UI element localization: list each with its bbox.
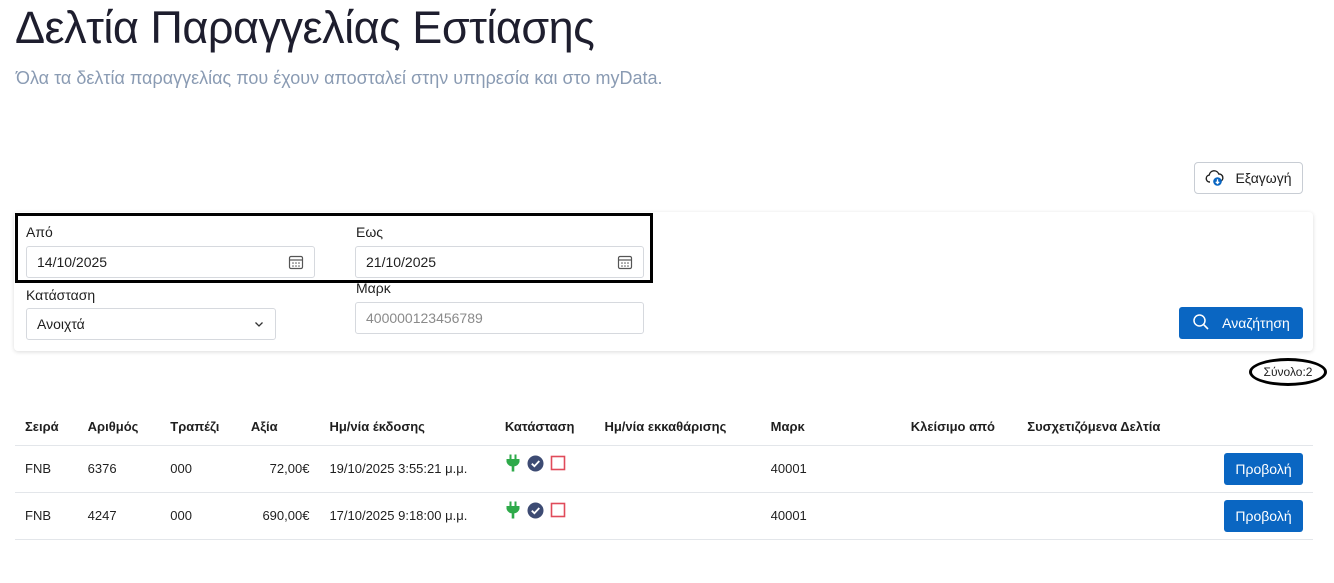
plug-icon: [505, 501, 521, 522]
column-header-mark[interactable]: Μαρκ: [761, 408, 901, 445]
column-header-value[interactable]: Αξία: [241, 408, 320, 445]
empty-checkbox-icon[interactable]: [550, 502, 566, 521]
cell-status: [494, 444, 595, 492]
cell-series: FNB: [15, 491, 78, 540]
cell-table: 000: [160, 491, 241, 540]
cell-actions: Προβολή: [1170, 444, 1313, 492]
cell-actions: Προβολή: [1170, 491, 1313, 540]
page-title: Δελτία Παραγγελίας Εστίασης: [15, 2, 595, 53]
orders-table: Σειρά Αριθμός Τραπέζι Αξία Ημ/νία έκδοση…: [15, 408, 1313, 540]
mark-label: Μαρκ: [356, 280, 391, 296]
calendar-icon[interactable]: [288, 254, 304, 270]
cell-related: [1017, 491, 1171, 540]
plug-icon: [505, 454, 521, 475]
from-date-value: 14/10/2025: [37, 254, 108, 270]
view-button[interactable]: Προβολή: [1224, 452, 1303, 485]
column-header-series[interactable]: Σειρά: [15, 408, 78, 445]
cell-table: 000: [160, 444, 241, 492]
total-count: Σύνολο:2: [1249, 358, 1327, 386]
cell-settlement-date: [594, 444, 761, 492]
column-header-table[interactable]: Τραπέζι: [160, 408, 241, 445]
to-date-field[interactable]: 21/10/2025: [355, 246, 644, 278]
search-icon: [1192, 313, 1210, 334]
empty-checkbox-icon[interactable]: [550, 455, 566, 474]
mark-value: 40001: [770, 461, 807, 476]
to-date-value: 21/10/2025: [366, 254, 437, 270]
cell-settlement-date: [594, 491, 761, 540]
column-header-status[interactable]: Κατάσταση: [495, 408, 595, 445]
export-button[interactable]: Εξαγωγή: [1194, 162, 1303, 194]
column-header-settlement-date[interactable]: Ημ/νία εκκαθάρισης: [594, 408, 760, 445]
column-header-related[interactable]: Συσχετιζόμενα Δελτία: [1017, 408, 1170, 445]
mark-input[interactable]: 400000123456789: [355, 302, 644, 334]
total-count-text: Σύνολο:2: [1263, 365, 1313, 379]
page-subtitle: Όλα τα δελτία παραγγελίας που έχουν αποσ…: [16, 68, 663, 88]
cell-mark: 40001: [760, 491, 901, 540]
table-row: FNB 4247 000 690,00€ 17/10/2025 9:18:00 …: [15, 491, 1313, 540]
cell-number: 4247: [77, 491, 161, 540]
column-header-issue-date[interactable]: Ημ/νία έκδοσης: [319, 408, 494, 445]
cell-closed-by: [900, 444, 1018, 492]
status-label: Κατάσταση: [26, 287, 96, 303]
column-header-number[interactable]: Αριθμός: [78, 408, 161, 445]
cell-issue-date: 19/10/2025 3:55:21 μ.μ.: [319, 444, 495, 492]
cell-mark: 40001: [760, 444, 901, 492]
cell-value: 72,00€: [240, 444, 320, 492]
cell-closed-by: [900, 491, 1018, 540]
view-button[interactable]: Προβολή: [1224, 499, 1303, 532]
cell-issue-date: 17/10/2025 9:18:00 μ.μ.: [319, 491, 495, 540]
cloud-download-icon: [1205, 169, 1225, 187]
cell-status: [494, 491, 595, 540]
column-header-actions: [1170, 408, 1313, 445]
table-header-row: Σειρά Αριθμός Τραπέζι Αξία Ημ/νία έκδοση…: [15, 408, 1313, 445]
status-select[interactable]: Ανοιχτά: [26, 308, 276, 340]
calendar-icon[interactable]: [617, 254, 633, 270]
to-date-label: Εως: [356, 224, 384, 240]
from-date-label: Από: [26, 224, 53, 240]
export-button-label: Εξαγωγή: [1235, 170, 1292, 186]
cell-value: 690,00€: [240, 491, 320, 540]
cell-number: 6376: [77, 444, 161, 492]
mark-placeholder: 400000123456789: [366, 310, 483, 326]
check-circle-icon: [527, 502, 544, 522]
from-date-field[interactable]: 14/10/2025: [26, 246, 315, 278]
check-circle-icon: [527, 455, 544, 475]
cell-related: [1017, 444, 1171, 492]
search-button[interactable]: Αναζήτηση: [1179, 307, 1303, 339]
table-row: FNB 6376 000 72,00€ 19/10/2025 3:55:21 μ…: [15, 444, 1313, 492]
cell-series: FNB: [15, 444, 78, 492]
chevron-down-icon: [253, 318, 265, 330]
search-button-label: Αναζήτηση: [1222, 315, 1290, 331]
column-header-closed-by[interactable]: Κλείσιμο από: [901, 408, 1018, 445]
mark-value: 40001: [770, 508, 807, 523]
status-select-value: Ανοιχτά: [37, 316, 85, 332]
